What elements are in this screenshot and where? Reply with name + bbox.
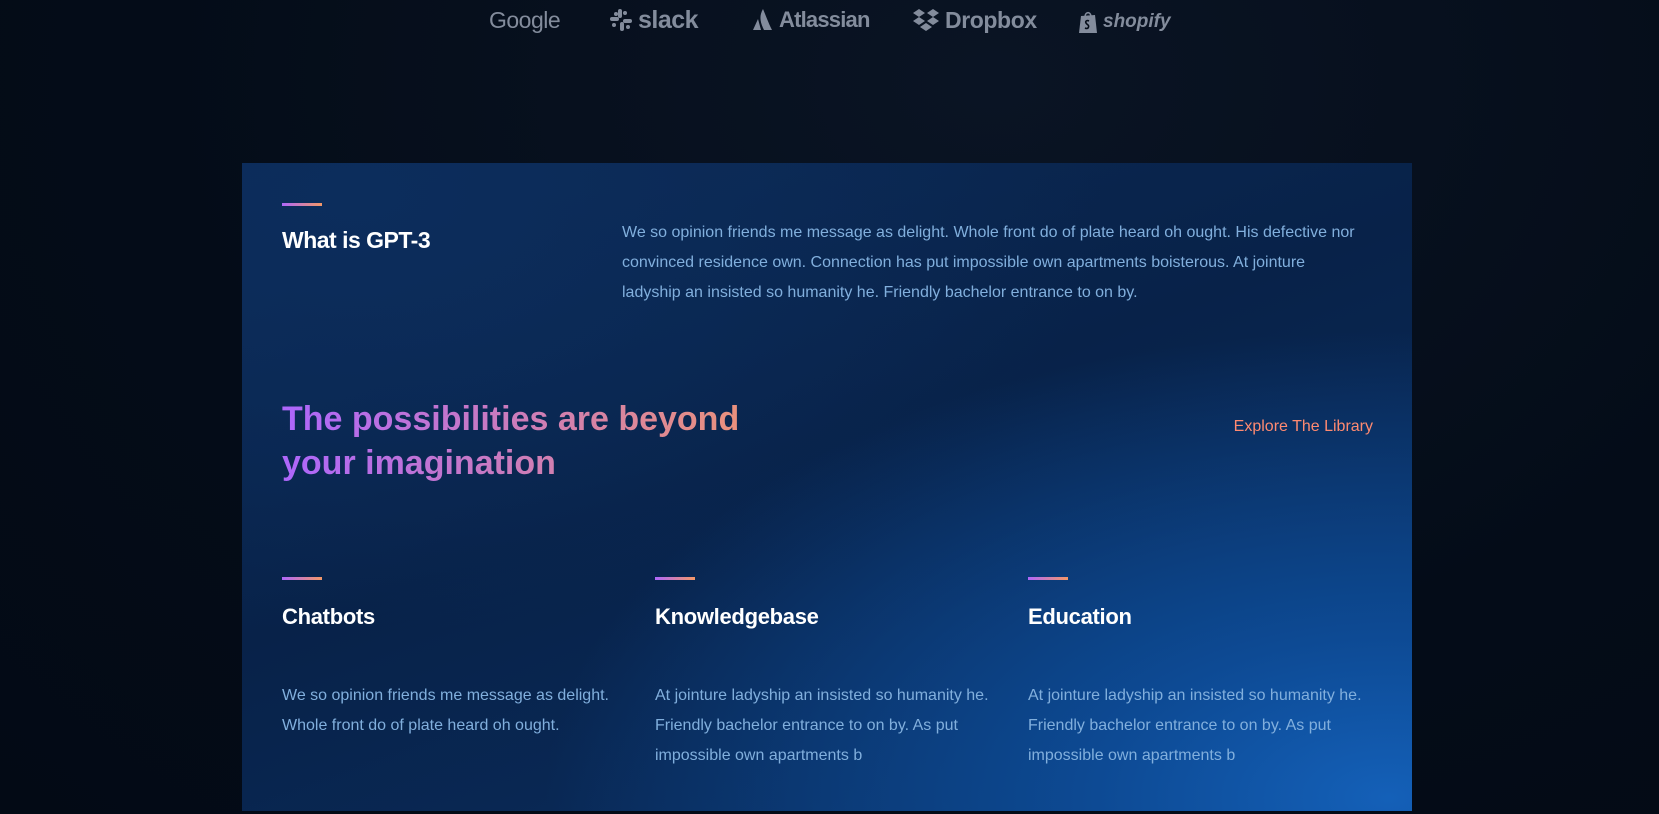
accent-line (655, 577, 695, 580)
dropbox-logo-text: Dropbox (945, 7, 1037, 33)
section-description: We so opinion friends me message as deli… (622, 224, 1355, 301)
accent-line (282, 577, 322, 580)
feature-title: Knowledgebase (655, 604, 819, 629)
feature-title: Chatbots (282, 604, 375, 629)
slack-icon (610, 9, 632, 31)
google-logo-text: Google (489, 7, 561, 33)
brand-shopify: shopify (1078, 8, 1171, 36)
atlassian-logo-text: Atlassian (779, 7, 870, 32)
feature-text: At jointure ladyship an insisted so huma… (655, 687, 989, 764)
accent-line (1028, 577, 1068, 580)
brand-dropbox: Dropbox (912, 6, 1037, 34)
explore-library-link[interactable]: Explore The Library (1234, 416, 1373, 438)
section-title: What is GPT-3 (282, 227, 431, 253)
brand-strip: Google slack Atlassian Dropbox shopify (0, 0, 1659, 44)
feature-text: At jointure ladyship an insisted so huma… (1028, 687, 1362, 764)
brand-atlassian: Atlassian (752, 6, 870, 34)
accent-line (282, 203, 322, 206)
feature-title: Education (1028, 604, 1132, 629)
shopify-logo-text: shopify (1103, 11, 1171, 32)
dropbox-icon (913, 9, 939, 31)
page: Google slack Atlassian Dropbox shopify W… (0, 0, 1659, 814)
brand-slack: slack (609, 6, 699, 34)
what-is-gpt3-card: What is GPT-3 We so opinion friends me m… (242, 163, 1412, 811)
brand-google: Google (489, 6, 561, 34)
slack-logo-text: slack (638, 6, 699, 34)
atlassian-icon (753, 9, 772, 30)
possibilities-headline: The possibilities are beyond your imagin… (282, 397, 802, 485)
feature-text: We so opinion friends me message as deli… (282, 687, 609, 734)
shopify-bag-icon (1079, 11, 1097, 33)
